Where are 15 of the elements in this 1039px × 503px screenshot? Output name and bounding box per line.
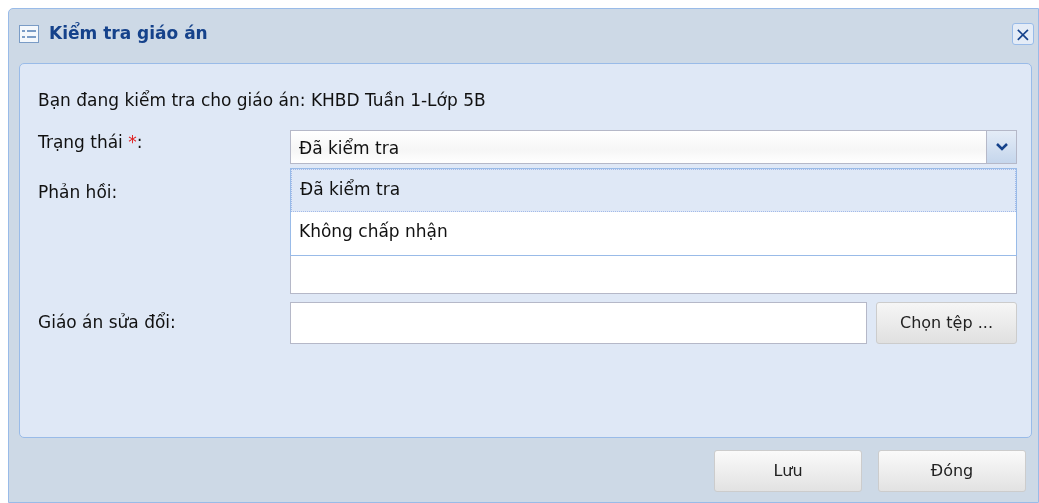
file-field[interactable]	[290, 301, 867, 344]
save-button[interactable]: Lưu	[714, 450, 862, 492]
dropdown-option[interactable]: Đã kiểm tra	[291, 168, 1016, 212]
caret-icon	[995, 142, 1008, 151]
window-title: Kiểm tra giáo án	[49, 21, 208, 46]
feedback-label: Phản hồi:	[38, 180, 119, 204]
close-button[interactable]: ×	[1012, 23, 1034, 45]
revised-plan-label: Giáo án sửa đổi:	[38, 310, 177, 334]
form-icon	[19, 25, 39, 43]
intro-text: Bạn đang kiểm tra cho giáo án: KHBD Tuần 1-Lớp 5B	[38, 89, 487, 112]
status-dropdown[interactable]: Đã kiểm tra	[290, 129, 1017, 164]
choose-file-button[interactable]: Chọn tệp ...	[876, 301, 1017, 344]
close-dialog-button[interactable]: Đóng	[878, 450, 1026, 492]
status-label: Trạng thái *:	[38, 130, 144, 154]
dropdown-option[interactable]: Không chấp nhận	[291, 211, 1016, 255]
